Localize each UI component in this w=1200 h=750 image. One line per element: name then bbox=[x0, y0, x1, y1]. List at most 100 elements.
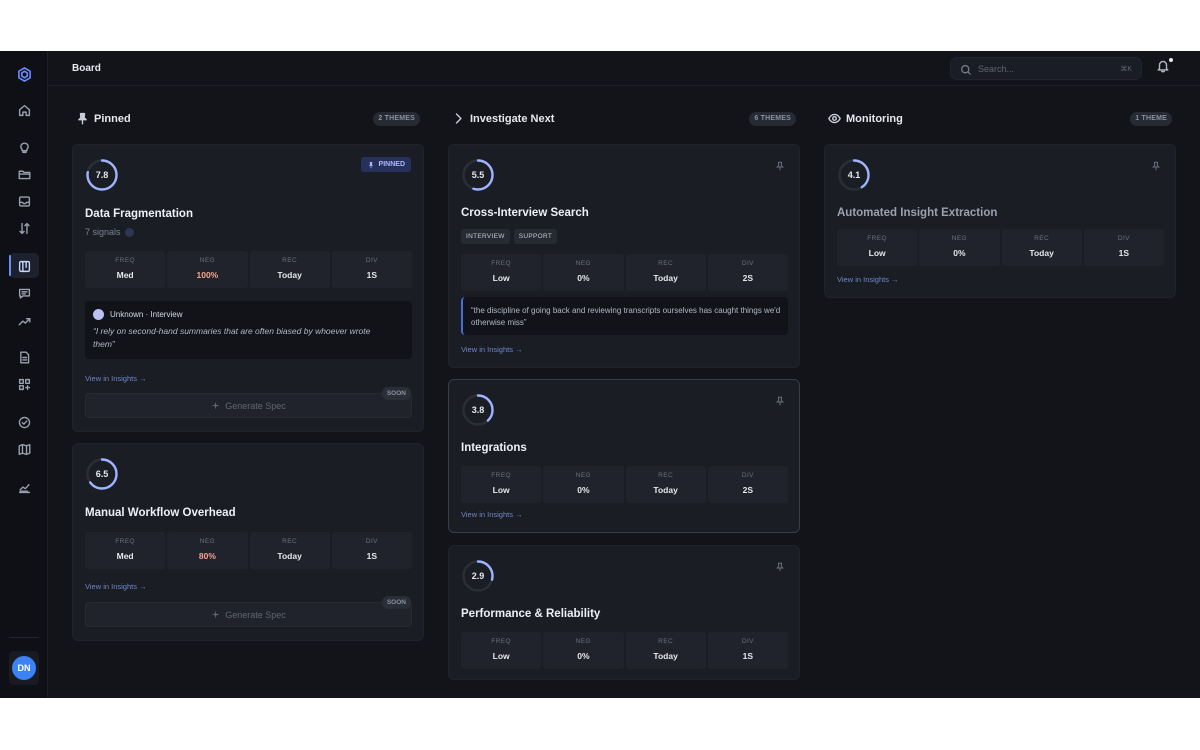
score-ring: 4.1 bbox=[837, 158, 871, 192]
score-value: 3.8 bbox=[471, 405, 485, 415]
pin-icon bbox=[368, 161, 373, 168]
view-in-insights-link[interactable]: View in Insights → bbox=[85, 374, 147, 383]
sort-icon[interactable] bbox=[14, 218, 34, 238]
pinned-label: PINNED bbox=[378, 161, 405, 168]
folder-icon[interactable] bbox=[14, 164, 34, 184]
stat-label: DIV bbox=[365, 538, 378, 545]
chart-icon[interactable] bbox=[14, 477, 34, 497]
pin-icon[interactable] bbox=[775, 559, 785, 572]
topbar: Board Search... ⌘K bbox=[48, 51, 1200, 86]
avatar[interactable]: DN bbox=[12, 656, 36, 680]
stat-value: Low bbox=[868, 248, 886, 258]
stat-freq: FREQ Low bbox=[461, 254, 542, 291]
stat-label: NEG bbox=[575, 638, 592, 645]
stat-value: Med bbox=[116, 551, 134, 561]
stat-value: 0% bbox=[577, 485, 590, 495]
logo-icon[interactable] bbox=[14, 64, 34, 84]
quote-source: Unknown · Interview bbox=[93, 309, 182, 320]
trend-icon[interactable] bbox=[14, 311, 34, 331]
quote-box: Unknown · Interview “I rely on second-ha… bbox=[85, 301, 412, 359]
stat-freq: FREQ Low bbox=[461, 632, 542, 669]
stat-rec: REC Today bbox=[625, 254, 706, 291]
column-title: Monitoring bbox=[846, 113, 903, 125]
map-icon[interactable] bbox=[14, 439, 34, 459]
pin-icon[interactable] bbox=[775, 393, 785, 406]
stat-label: NEG bbox=[575, 472, 592, 479]
column-count-badge: 2 THEMES bbox=[373, 112, 420, 126]
stat-value: 100% bbox=[196, 270, 219, 280]
score-ring: 2.9 bbox=[461, 559, 495, 593]
pin-icon[interactable] bbox=[775, 158, 785, 171]
search-icon bbox=[960, 63, 972, 75]
theme-card[interactable]: 2.9 Performance & Reliability FREQ Low NE… bbox=[448, 545, 800, 680]
soon-badge: SOON bbox=[381, 387, 411, 400]
stat-rec: REC Today bbox=[249, 532, 330, 569]
quote-text: “the discipline of going back and review… bbox=[471, 306, 781, 327]
card-title: Data Fragmentation bbox=[85, 208, 193, 220]
stat-freq: FREQ Med bbox=[85, 251, 166, 288]
stat-value: 0% bbox=[953, 248, 966, 258]
column-header: Investigate Next 6 THEMES bbox=[448, 111, 800, 127]
view-in-insights-link[interactable]: View in Insights → bbox=[85, 582, 147, 591]
stat-value: Today bbox=[653, 485, 678, 495]
theme-card[interactable]: 7.8 PINNED Data Fragmentation 7 signals … bbox=[72, 144, 424, 432]
sidebar: DN bbox=[0, 51, 48, 698]
home-icon[interactable] bbox=[14, 100, 34, 120]
chevron-right-icon bbox=[452, 112, 466, 126]
grid-plus-icon[interactable] bbox=[14, 374, 34, 394]
score-value: 6.5 bbox=[95, 469, 109, 479]
chat-icon[interactable] bbox=[14, 283, 34, 303]
tag[interactable]: INTERVIEW bbox=[461, 229, 510, 244]
stat-value: 1S bbox=[1118, 248, 1130, 258]
tag[interactable]: SUPPORT bbox=[513, 229, 558, 244]
tag-list: INTERVIEW SUPPORT bbox=[461, 229, 558, 244]
stat-neg: NEG 0% bbox=[543, 254, 624, 291]
document-icon[interactable] bbox=[14, 347, 34, 367]
board-icon[interactable] bbox=[14, 256, 34, 276]
stat-rec: REC Today bbox=[1001, 229, 1082, 266]
check-circle-icon[interactable] bbox=[14, 412, 34, 432]
theme-card[interactable]: 3.8 Integrations FREQ Low NEG 0% REC Today … bbox=[448, 379, 800, 533]
stat-label: NEG bbox=[951, 235, 968, 242]
stat-label: DIV bbox=[741, 638, 754, 645]
view-in-insights-link[interactable]: View in Insights → bbox=[461, 345, 523, 354]
stat-label: NEG bbox=[199, 257, 216, 264]
stat-label: FREQ bbox=[491, 472, 511, 479]
search-input[interactable]: Search... ⌘K bbox=[950, 57, 1142, 80]
stat-div: DIV 2S bbox=[707, 254, 788, 291]
score-ring: 5.5 bbox=[461, 158, 495, 192]
stat-freq: FREQ Low bbox=[837, 229, 918, 266]
signals-count: 7 signals bbox=[85, 227, 134, 238]
stat-rec: REC Today bbox=[625, 632, 706, 669]
stat-div: DIV 1S bbox=[331, 532, 412, 569]
column-header: Monitoring 1 THEME bbox=[824, 111, 1176, 127]
stat-label: REC bbox=[658, 260, 674, 267]
sparkle-icon bbox=[211, 401, 220, 410]
pinned-badge[interactable]: PINNED bbox=[360, 157, 411, 172]
theme-card[interactable]: 5.5 Cross-Interview Search INTERVIEW SUP… bbox=[448, 144, 800, 368]
generate-spec-button[interactable]: Generate Spec bbox=[85, 393, 412, 418]
stats-row: FREQ Med NEG 80% REC Today DIV 1S bbox=[85, 532, 412, 569]
pin-icon[interactable] bbox=[1151, 158, 1161, 171]
stat-value: Low bbox=[492, 273, 510, 283]
eye-icon bbox=[828, 112, 842, 126]
inbox-icon[interactable] bbox=[14, 191, 34, 211]
generate-spec-button[interactable]: Generate Spec bbox=[85, 602, 412, 627]
card-title: Performance & Reliability bbox=[461, 608, 601, 620]
sidebar-active-indicator bbox=[9, 255, 11, 276]
view-in-insights-link[interactable]: View in Insights → bbox=[837, 275, 899, 284]
stat-div: DIV 1S bbox=[1083, 229, 1164, 266]
view-in-insights-link[interactable]: View in Insights → bbox=[461, 510, 523, 519]
stat-div: DIV 1S bbox=[707, 632, 788, 669]
signals-indicator bbox=[124, 228, 134, 238]
stat-label: REC bbox=[282, 538, 298, 545]
stat-label: FREQ bbox=[867, 235, 887, 242]
search-placeholder: Search... bbox=[978, 64, 1015, 74]
theme-card[interactable]: 4.1 Automated Insight Extraction FREQ Low… bbox=[824, 144, 1176, 298]
card-title: Manual Workflow Overhead bbox=[85, 507, 236, 519]
stat-label: DIV bbox=[741, 260, 754, 267]
stat-label: NEG bbox=[575, 260, 592, 267]
lightbulb-icon[interactable] bbox=[14, 137, 34, 157]
stat-label: NEG bbox=[199, 538, 216, 545]
theme-card[interactable]: 6.5 Manual Workflow Overhead FREQ Med NEG… bbox=[72, 443, 424, 641]
